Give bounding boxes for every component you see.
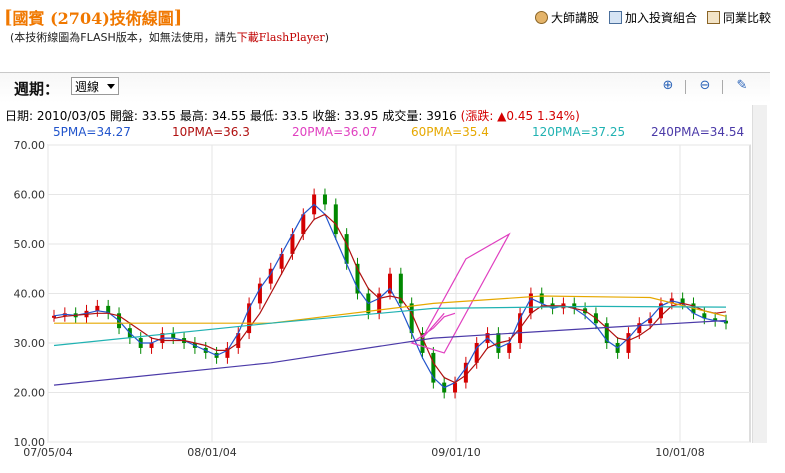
page-title: [ 國賓 (2704)技術線圖 ]	[4, 6, 183, 29]
zoom-out-icon[interactable]: ⊖	[697, 78, 713, 94]
pma-60: 60PMA=35.4	[411, 125, 489, 139]
period-label: 週期：	[14, 80, 60, 98]
pma-5: 5PMA=34.27	[53, 125, 131, 139]
draw-icon[interactable]: ✎	[734, 78, 750, 94]
info-open: 開盤: 33.55	[109, 109, 177, 123]
zoom-in-icon[interactable]: ⊕	[660, 78, 676, 94]
info-close: 收盤: 33.95	[312, 109, 379, 123]
portfolio-icon	[608, 11, 622, 24]
info-high: 最高: 34.55	[179, 109, 247, 123]
pma-20: 20PMA=36.07	[292, 125, 378, 139]
master-stock-link[interactable]: 大師講股	[534, 9, 599, 26]
peer-compare-link[interactable]: 同業比較	[706, 9, 771, 26]
info-volume: 成交量: 3916	[382, 109, 457, 123]
pma-240: 240PMA=34.54	[651, 125, 745, 139]
tool-divider	[685, 80, 686, 94]
title-bracket-left: [	[4, 6, 13, 28]
title-bracket-right: ]	[173, 6, 183, 28]
person-icon	[534, 11, 548, 24]
flash-notice: (本技術線圖為FLASH版本，如無法使用，請先下載FlashPlayer)	[10, 29, 329, 45]
period-select[interactable]: 週線	[71, 77, 119, 95]
master-stock-label: 大師講股	[550, 11, 599, 25]
info-date: 日期: 2010/03/05	[5, 109, 107, 123]
pma-10: 10PMA=36.3	[172, 125, 250, 139]
top-links: 大師講股 加入投資組合 同業比較	[534, 9, 771, 26]
download-flash-link[interactable]: 下載FlashPlayer	[237, 31, 325, 44]
chevron-down-icon	[107, 84, 115, 89]
peer-compare-label: 同業比較	[722, 11, 771, 25]
pma-120: 120PMA=37.25	[532, 125, 626, 139]
tool-divider	[722, 80, 723, 94]
info-low: 最低: 33.5	[249, 109, 309, 123]
add-portfolio-link[interactable]: 加入投資組合	[608, 9, 697, 26]
add-portfolio-label: 加入投資組合	[624, 11, 697, 25]
info-change: (漲跌: ▲0.45 1.34%)	[460, 109, 580, 123]
period-select-value: 週線	[75, 80, 100, 94]
notice-suffix: )	[324, 31, 329, 44]
vertical-scrollbar[interactable]	[752, 105, 767, 443]
bar-chart-icon	[706, 11, 720, 24]
notice-prefix: (本技術線圖為FLASH版本，如無法使用，請先	[10, 31, 237, 44]
info-bar: 日期: 2010/03/05 開盤: 33.55 最高: 34.55 最低: 3…	[5, 107, 580, 124]
title-text: 國賓 (2704)技術線圖	[12, 9, 174, 28]
